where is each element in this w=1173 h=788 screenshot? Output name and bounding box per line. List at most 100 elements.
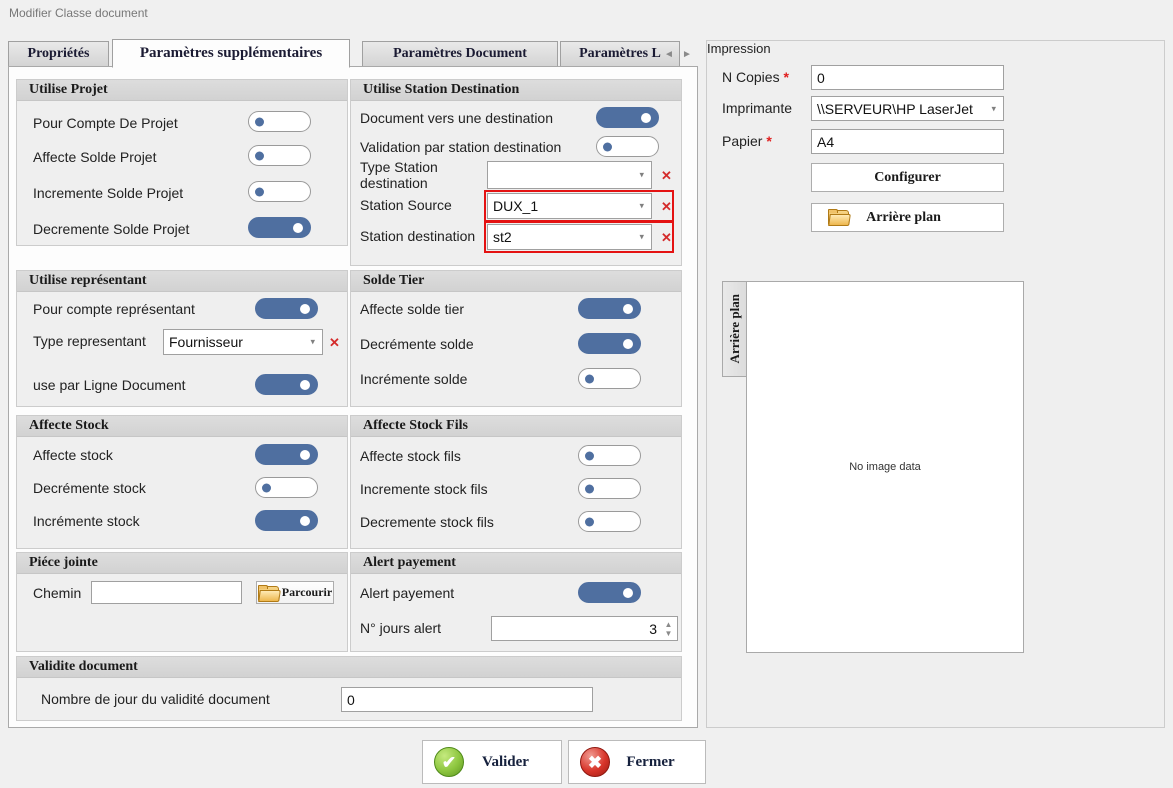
toggle-validation-par-station-destination[interactable] (596, 136, 659, 157)
chevron-down-icon: ▾ (639, 200, 644, 211)
group-title-utilise-representant: Utilise représentant (17, 271, 347, 292)
group-title-utilise-station-destination: Utilise Station Destination (351, 80, 681, 101)
folder-icon (828, 208, 852, 227)
clear-icon-type-representant[interactable]: ✕ (329, 336, 340, 349)
toggle-incremente-solde[interactable] (578, 368, 641, 389)
check-circle-icon: ✔ (434, 747, 464, 777)
combo-type-representant[interactable]: Fournisseur ▾ (163, 329, 323, 355)
required-star-papier: * (766, 133, 772, 149)
toggle-decremente-solde-projet[interactable] (248, 217, 311, 238)
toggle-incremente-solde-projet[interactable] (248, 181, 311, 202)
group-solde-tier: Solde Tier Affecte solde tier Decrémente… (350, 270, 682, 407)
toggle-knob (623, 303, 633, 314)
input-papier[interactable]: A4 (811, 129, 1004, 154)
toggle-knob (585, 451, 594, 460)
tab-proprietes[interactable]: Propriétés (8, 41, 109, 67)
clear-icon-station-source[interactable]: ✕ (661, 200, 672, 213)
close-button[interactable]: ✖ Fermer (568, 740, 706, 784)
background-image-preview[interactable]: No image data (746, 281, 1024, 653)
toggle-affecte-solde-projet[interactable] (248, 145, 311, 166)
toggle-incremente-stock[interactable] (255, 510, 318, 531)
tab-panel-parametres-supplementaires: Utilise Projet Pour Compte De Projet Aff… (8, 66, 698, 728)
label-pour-compte-representant: Pour compte représentant (33, 301, 195, 317)
toggle-document-vers-une-destination[interactable] (596, 107, 659, 128)
toggle-affecte-stock[interactable] (255, 444, 318, 465)
tab-parametres-supplementaires[interactable]: Paramètres supplémentaires (112, 39, 350, 68)
label-document-vers-une-destination: Document vers une destination (360, 110, 553, 126)
panel-title-impression: Impression (707, 41, 771, 56)
toggle-alert-payement[interactable] (578, 582, 641, 603)
group-title-affecte-stock-fils: Affecte Stock Fils (351, 416, 681, 437)
label-imprimante: Imprimante (722, 100, 793, 116)
group-title-solde-tier: Solde Tier (351, 271, 681, 292)
toggle-decremente-stock[interactable] (255, 477, 318, 498)
group-title-alert-payement: Alert payement (351, 553, 681, 574)
toggle-affecte-stock-fils[interactable] (578, 445, 641, 466)
chevron-down-icon: ▾ (639, 231, 644, 242)
toggle-pour-compte-representant[interactable] (255, 298, 318, 319)
combo-value-type-representant: Fournisseur (169, 334, 243, 350)
label-n-copies: N Copies * (722, 69, 789, 85)
combo-imprimante[interactable]: \\SERVEUR\HP LaserJet ▾ (811, 96, 1004, 121)
group-title-piece-jointe: Piéce jointe (17, 553, 347, 574)
required-star-n-copies: * (783, 69, 789, 85)
vertical-tab-arriere-plan[interactable]: Arrière plan (722, 281, 746, 377)
input-n-jours-alert[interactable]: 3 ▲ ▼ (491, 616, 678, 641)
group-piece-jointe: Piéce jointe Chemin Parcourir (16, 552, 348, 652)
spinner-up-icon[interactable]: ▲ (665, 620, 673, 628)
label-incremente-solde-projet: Incremente Solde Projet (33, 185, 184, 201)
spinner-icon[interactable]: ▲ ▼ (664, 620, 673, 637)
group-alert-payement: Alert payement Alert payement N° jours a… (350, 552, 682, 652)
input-chemin[interactable] (91, 581, 242, 604)
label-incremente-solde: Incrémente solde (360, 371, 468, 387)
validate-button[interactable]: ✔ Valider (422, 740, 562, 784)
toggle-incremente-stock-fils[interactable] (578, 478, 641, 499)
toggle-knob (262, 483, 271, 492)
toggle-use-par-ligne-document[interactable] (255, 374, 318, 395)
toggle-knob (255, 117, 264, 126)
combo-type-station-destination[interactable]: ▾ (487, 161, 652, 189)
combo-value-station-destination: st2 (493, 229, 512, 245)
label-affecte-stock-fils: Affecte stock fils (360, 448, 461, 464)
label-n-jours-alert: N° jours alert (360, 620, 442, 636)
label-nombre-de-jour-validite: Nombre de jour du validité document (41, 691, 270, 707)
browse-button[interactable]: Parcourir (256, 581, 334, 604)
tab-scroll-right-icon[interactable]: ► (682, 49, 692, 60)
label-decremente-solde-projet: Decremente Solde Projet (33, 221, 190, 237)
configure-button[interactable]: Configurer (811, 163, 1004, 192)
toggle-pour-compte-de-projet[interactable] (248, 111, 311, 132)
label-n-copies-text: N Copies (722, 69, 780, 85)
label-papier: Papier * (722, 133, 772, 149)
group-validite-document: Validite document Nombre de jour du vali… (16, 656, 682, 721)
toggle-decremente-stock-fils[interactable] (578, 511, 641, 532)
group-title-affecte-stock: Affecte Stock (17, 416, 347, 437)
spinner-down-icon[interactable]: ▼ (665, 629, 673, 637)
combo-value-station-source: DUX_1 (493, 198, 539, 214)
combo-station-destination[interactable]: st2 ▾ (487, 224, 652, 250)
input-nombre-de-jour-validite[interactable]: 0 (341, 687, 593, 712)
background-button[interactable]: Arrière plan (811, 203, 1004, 232)
clear-icon-type-station-destination[interactable]: ✕ (661, 169, 672, 182)
toggle-knob (255, 187, 264, 196)
label-station-destination: Station destination (360, 228, 476, 244)
label-decremente-solde: Decrémente solde (360, 336, 474, 352)
group-utilise-projet: Utilise Projet Pour Compte De Projet Aff… (16, 79, 348, 246)
tab-scroll-left-icon[interactable]: ◄ (664, 49, 674, 60)
toggle-knob (293, 222, 303, 233)
label-decremente-stock-fils: Decremente stock fils (360, 514, 494, 530)
chevron-down-icon: ▾ (991, 103, 996, 113)
toggle-decremente-solde[interactable] (578, 333, 641, 354)
toggle-knob (300, 303, 310, 314)
label-station-source: Station Source (360, 197, 452, 213)
combo-station-source[interactable]: DUX_1 ▾ (487, 193, 652, 219)
tab-parametres-document[interactable]: Paramètres Document (362, 41, 558, 67)
clear-icon-station-destination[interactable]: ✕ (661, 231, 672, 244)
toggle-affecte-solde-tier[interactable] (578, 298, 641, 319)
label-incremente-stock-fils: Incremente stock fils (360, 481, 488, 497)
close-button-label: Fermer (626, 753, 675, 770)
validate-button-label: Valider (482, 753, 529, 770)
input-n-copies[interactable]: 0 (811, 65, 1004, 90)
vertical-tab-label: Arrière plan (726, 294, 742, 364)
browse-button-label: Parcourir (281, 585, 333, 599)
label-alert-payement: Alert payement (360, 585, 455, 601)
